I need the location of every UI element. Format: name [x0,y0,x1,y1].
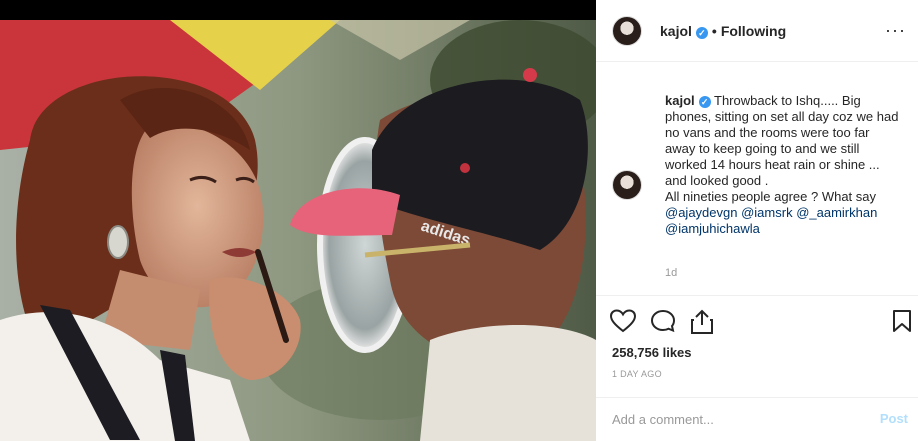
action-bar: 258,756 likes 1 DAY AGO [596,295,918,398]
mention-link[interactable]: @iamjuhichawla [665,221,760,236]
mention-link[interactable]: @_aamirkhan [796,205,877,220]
post-photo[interactable]: adidas [0,0,596,441]
caption-line2: All nineties people agree ? What say [665,189,877,204]
more-options-icon[interactable]: ··· [885,20,906,41]
mention-link[interactable]: @ajaydevgn [665,205,737,220]
caption-avatar[interactable] [612,170,642,200]
following-button[interactable]: Following [721,23,786,39]
heart-icon[interactable] [610,309,636,333]
comment-bar: Post [596,397,918,441]
post-comment-button[interactable]: Post [874,410,914,427]
author-line: kajol ✓ • Following [660,23,786,39]
post-image: adidas [0,20,596,441]
caption-time[interactable]: 1d [665,267,677,279]
comment-input[interactable] [612,408,862,430]
bookmark-icon[interactable] [892,309,912,333]
caption-username[interactable]: kajol [665,93,695,108]
avatar[interactable] [612,16,642,46]
post-header: kajol ✓ • Following ··· [596,0,918,62]
username-link[interactable]: kajol [660,23,692,39]
likes-count[interactable]: 258,756 likes [612,345,692,360]
caption-body: Throwback to Ishq..... Big phones, sitti… [665,93,899,188]
verified-badge-icon: ✓ [698,96,711,108]
separator-dot: • [711,23,717,39]
post-side-panel: kajol ✓ • Following ··· kajol ✓ Throwback to… [596,0,918,441]
mention-link[interactable]: @iamsrk [741,205,792,220]
caption-text: kajol ✓ Throwback to Ishq..... Big phones… [665,93,901,237]
caption-section: kajol ✓ Throwback to Ishq..... Big phones… [596,62,918,295]
post-timestamp[interactable]: 1 DAY AGO [612,369,662,379]
share-icon[interactable] [690,309,714,335]
verified-badge-icon: ✓ [695,27,708,39]
comment-icon[interactable] [650,309,676,333]
